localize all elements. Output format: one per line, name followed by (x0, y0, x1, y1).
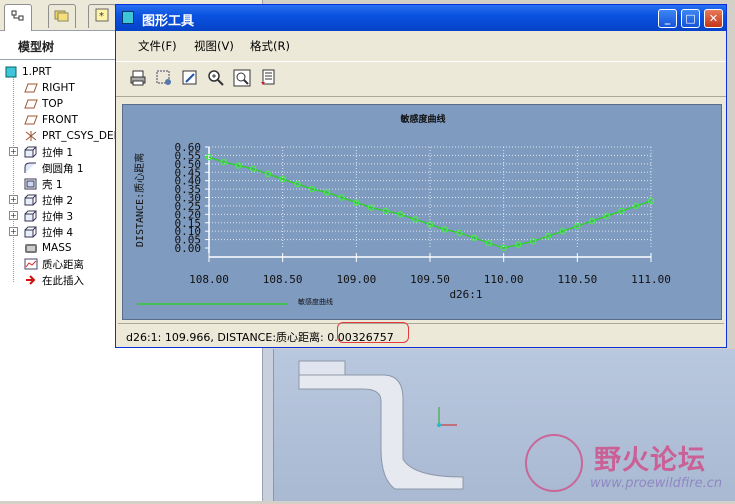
tree-item-mass[interactable]: MASS (24, 240, 72, 256)
status-bar: d26:1: 109.966, DISTANCE:质心距离: 0.0032675… (118, 322, 724, 346)
extrude-icon (24, 194, 38, 206)
coordinate-system-icon (24, 130, 38, 142)
tab-folder-browser[interactable] (48, 4, 76, 28)
close-icon: ✕ (708, 12, 719, 25)
tree-item-extrude-2[interactable]: 拉伸 2 (24, 192, 73, 208)
menu-view[interactable]: 视图(V) (194, 38, 234, 54)
maximize-button[interactable]: □ (681, 9, 700, 28)
extrude-icon (24, 146, 38, 158)
watermark-url: www.proewildfire.cn (590, 476, 723, 491)
legend-label: 敏感度曲线 (298, 297, 333, 306)
svg-text:*: * (99, 11, 104, 22)
tree-item-shell-1[interactable]: 壳 1 (24, 176, 63, 192)
tree-item-front-plane[interactable]: FRONT (24, 112, 78, 128)
minimize-button[interactable]: _ (658, 9, 677, 28)
maximize-icon: □ (685, 12, 696, 25)
x-tick-labels: 108.00 108.50 109.00 109.50 110.00 110.50 111.… (189, 273, 671, 286)
minimize-icon: _ (664, 12, 671, 25)
grid-icon (155, 69, 173, 90)
y-axis-label: DISTANCE:质心距离 (133, 153, 146, 247)
extrude-icon (24, 210, 38, 222)
menu-file[interactable]: 文件(F) (138, 38, 177, 54)
datum-plane-icon (24, 98, 38, 110)
refit-icon (233, 69, 251, 90)
tree-icon (11, 10, 25, 27)
expand-toggle[interactable]: + (9, 227, 18, 236)
datum-plane-icon (24, 82, 38, 94)
expand-toggle[interactable]: + (9, 195, 18, 204)
tree-item-csys[interactable]: PRT_CSYS_DEF (24, 128, 120, 144)
menu-bar: 文件(F) 视图(V) 格式(R) (116, 33, 726, 57)
close-button[interactable]: ✕ (704, 9, 723, 28)
plot-area[interactable]: 敏感度曲线 0.00 0.05 0.10 0.15 0.20 0.25 0.30 0.35 0.… (122, 104, 722, 320)
edit-plot-button[interactable] (180, 69, 200, 89)
tree-item-extrude-4[interactable]: 拉伸 4 (24, 224, 73, 240)
tab-model-tree[interactable] (4, 4, 32, 31)
shell-icon (24, 178, 38, 190)
tree-title: 模型树 (18, 40, 55, 54)
datum-plane-icon (24, 114, 38, 126)
window-titlebar[interactable]: 图形工具 _ □ ✕ (116, 5, 726, 31)
star-icon: * (95, 8, 109, 25)
folder-icon (54, 8, 70, 25)
window-title: 图形工具 (142, 14, 195, 29)
y-tick-label: 0.60 (175, 141, 202, 154)
x-tick-label: 108.00 (189, 273, 229, 286)
extrude-icon (24, 226, 38, 238)
expand-toggle[interactable]: + (9, 211, 18, 220)
grid-view-button[interactable] (154, 69, 174, 89)
viewport-edge (263, 349, 274, 501)
watermark-title: 野火论坛 (594, 445, 706, 476)
x-tick-label: 110.50 (557, 273, 597, 286)
x-tick-label: 111.00 (631, 273, 671, 286)
toolbar (116, 61, 726, 97)
export-button[interactable] (258, 69, 278, 89)
expand-toggle[interactable]: + (9, 147, 18, 156)
x-tick-label: 110.00 (484, 273, 524, 286)
zoom-in-button[interactable] (206, 69, 226, 89)
sensitivity-chart: 敏感度曲线 0.000.050.100.150.200.250.300.350.… (133, 113, 671, 306)
tree-item-round-1[interactable]: 倒圆角 1 (24, 160, 84, 176)
menu-format[interactable]: 格式(R) (250, 38, 290, 54)
app-icon (122, 11, 134, 24)
graph-tool-window: 图形工具 _ □ ✕ 文件(F) 视图(V) 格式(R) 敏感度曲线 0.00 … (115, 4, 727, 348)
tree-item-root[interactable]: 1.PRT (4, 64, 51, 80)
refit-button[interactable] (232, 69, 252, 89)
zoom-in-icon (207, 69, 225, 90)
insert-arrow-icon (24, 274, 38, 286)
tree-item-extrude-1[interactable]: 拉伸 1 (24, 144, 73, 160)
y-tick-labels: 0.000.050.100.150.200.250.300.350.400.45… (175, 141, 202, 255)
x-tick-label: 109.50 (410, 273, 450, 286)
chart-title: 敏感度曲线 (399, 113, 445, 125)
analysis-icon (24, 242, 38, 254)
round-icon (24, 162, 38, 174)
export-icon (259, 69, 277, 90)
x-axis-label: d26:1 (449, 288, 482, 301)
tree-item-insert-here[interactable]: 在此插入 (24, 272, 84, 288)
tree-item-centroid-distance[interactable]: 质心距离 (24, 256, 84, 272)
x-tick-label: 108.50 (263, 273, 303, 286)
tab-favorites[interactable]: * (88, 4, 116, 28)
part-icon (4, 66, 18, 78)
graph-analysis-icon (24, 258, 38, 270)
watermark-logo (525, 434, 583, 492)
x-tick-label: 109.00 (336, 273, 376, 286)
tree-item-top-plane[interactable]: TOP (24, 96, 63, 112)
chart-grid (209, 146, 652, 248)
tree-item-right-plane[interactable]: RIGHT (24, 80, 75, 96)
print-icon (129, 69, 147, 90)
print-button[interactable] (128, 69, 148, 89)
tree-item-extrude-3[interactable]: 拉伸 3 (24, 208, 73, 224)
value-highlight-circle (337, 322, 409, 343)
edit-icon (181, 69, 199, 90)
